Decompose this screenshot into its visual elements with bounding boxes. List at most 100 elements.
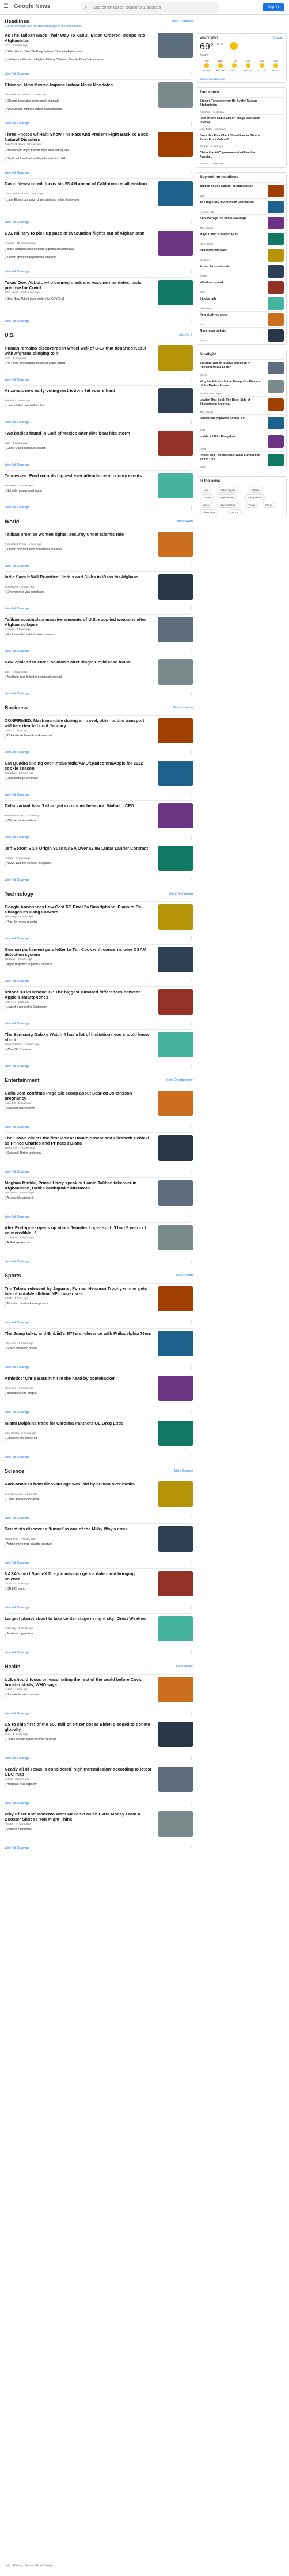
side-story-title[interactable]: Stocks rally	[200, 297, 263, 301]
full-coverage-link[interactable]: View Full Coverage	[5, 320, 29, 323]
story-title[interactable]: Alex Rodriguez opens up about Jennifer L…	[5, 1225, 151, 1235]
story-title[interactable]: Miami Dolphins trade for Carolina Panthe…	[5, 1421, 151, 1426]
more-link[interactable]: More World	[177, 520, 193, 523]
story-title[interactable]: U.S. should focus on vaccinating the res…	[5, 1677, 151, 1687]
forecast-day[interactable]: Sun 86° 70°	[269, 59, 283, 76]
section-title[interactable]: World	[5, 519, 19, 524]
section-title[interactable]: Health	[5, 1664, 21, 1669]
story-thumbnail[interactable]	[158, 532, 193, 557]
full-coverage-link[interactable]: View Full Coverage	[5, 1260, 29, 1264]
full-coverage-link[interactable]: View Full Coverage	[5, 1712, 29, 1715]
related-story[interactable]: Astronomers map galactic structure	[5, 1542, 151, 1546]
side-story-title[interactable]: Heatwave hits West	[200, 249, 263, 253]
related-story[interactable]: Taliban spokesman promises amnesty	[5, 256, 151, 260]
topic-chip[interactable]: New Zealand	[217, 502, 238, 508]
share-icon[interactable]: ⋮	[190, 270, 193, 274]
related-story[interactable]: Auckland case linked to community spread	[5, 675, 151, 679]
related-story[interactable]: Pixel 5a review roundup	[5, 920, 151, 924]
share-icon[interactable]: ⋮	[190, 1756, 193, 1760]
side-story[interactable]: Wildfires spread NBC	[200, 279, 284, 295]
side-story[interactable]: Heatwave hits West Weather	[200, 247, 284, 263]
story-title[interactable]: US to ship first of the 500 million Pfiz…	[5, 1722, 151, 1732]
story-title[interactable]: Taliban promise women rights, security u…	[5, 532, 151, 537]
topic-chip[interactable]: Kabul Airport	[217, 487, 238, 493]
share-icon[interactable]: ⋮	[190, 1846, 193, 1850]
story-thumbnail[interactable]	[158, 574, 193, 600]
section-title[interactable]: Science	[5, 1468, 24, 1474]
story-thumbnail[interactable]	[158, 1571, 193, 1596]
story-title[interactable]: Delta variant hasn't changed consumer be…	[5, 803, 151, 808]
related-story[interactable]: Gov. Greg Abbott tests positive for COVI…	[5, 297, 151, 301]
related-story[interactable]: Sixers offseason review	[5, 1347, 151, 1351]
story-title[interactable]: As The Taliban Made Their Way To Kabul, …	[5, 33, 151, 43]
related-story[interactable]: Bassitt taken to hospital	[5, 1392, 151, 1396]
related-story[interactable]: Tebow's comeback attempt ends	[5, 1302, 151, 1306]
side-story-thumbnail[interactable]	[268, 435, 284, 448]
side-story[interactable]: Claim that ANY government will lead to R…	[200, 149, 284, 166]
story-title[interactable]: Why Pfizer and Moderna Want Make So Much…	[5, 1811, 151, 1822]
side-story-thumbnail[interactable]	[268, 281, 284, 294]
side-story[interactable]: Inside a 1920s Bungalow Dwell	[200, 433, 284, 451]
related-story[interactable]: SNL star shares news	[5, 1107, 151, 1111]
full-coverage-link[interactable]: View Full Coverage	[5, 1561, 29, 1565]
share-icon[interactable]: ⋮	[190, 463, 193, 467]
story-thumbnail[interactable]	[158, 1421, 193, 1446]
story-title[interactable]: CONFIRMED: Mask mandate during air trave…	[5, 718, 151, 728]
side-story-title[interactable]: Wildfires spread	[200, 281, 263, 285]
story-title[interactable]: German parliament gets letter to Tim Coo…	[5, 947, 151, 957]
share-icon[interactable]: ⋮	[190, 420, 193, 424]
side-story-title[interactable]: Biden's Tokyopreneur Hit By the Taliban …	[200, 99, 263, 107]
full-coverage-link[interactable]: View Full Coverage	[5, 1065, 29, 1068]
share-icon[interactable]: ⋮	[190, 649, 193, 653]
side-story[interactable]: Mars rover update NASA	[200, 327, 284, 343]
side-story-title[interactable]: Mars rover update	[200, 329, 263, 333]
share-icon[interactable]: ⋮	[190, 564, 193, 568]
related-story[interactable]: New Mexico imposes indoor mask mandate	[5, 108, 151, 112]
forecast-day[interactable]: Tue 88° 69°	[200, 59, 214, 76]
related-story[interactable]: Apple responds to privacy concerns	[5, 963, 151, 967]
full-coverage-link[interactable]: View Full Coverage	[5, 1321, 29, 1325]
story-title[interactable]: Tim Tebow released by Jaguars; Former He…	[5, 1286, 151, 1296]
google-news-logo[interactable]: Google News	[14, 3, 50, 10]
share-icon[interactable]: ⋮	[190, 1215, 193, 1219]
topic-chip[interactable]: Afghanistan	[217, 494, 237, 500]
related-story[interactable]: Lawsuit filed over ballot rules	[5, 404, 151, 408]
side-story-title[interactable]: Does this Pisa Chart Show Heavier Shuttl…	[200, 134, 263, 141]
share-icon[interactable]: ⋮	[190, 505, 193, 509]
share-icon[interactable]: ⋮	[190, 1606, 193, 1610]
share-icon[interactable]: ⋮	[190, 1170, 193, 1174]
share-icon[interactable]: ⋮	[190, 1650, 193, 1654]
forecast-day[interactable]: Fri 86° 72°	[241, 59, 255, 76]
side-story-thumbnail[interactable]	[268, 201, 284, 213]
share-icon[interactable]: ⋮	[190, 750, 193, 754]
story-title[interactable]: Taliban accumulate massive amounts of U.…	[5, 617, 151, 627]
related-story[interactable]: TSA extends federal mask mandate	[5, 734, 151, 738]
share-icon[interactable]: ⋮	[190, 1455, 193, 1459]
related-story[interactable]: Walmart raises outlook	[5, 819, 151, 823]
story-title[interactable]: David Newsom will focus his $5.4M ahead …	[5, 181, 151, 186]
story-thumbnail[interactable]	[158, 718, 193, 743]
share-icon[interactable]: ⋮	[190, 378, 193, 382]
share-icon[interactable]: ⋮	[190, 1320, 193, 1325]
section-title[interactable]: Technology	[5, 891, 33, 897]
story-title[interactable]: Nearly all of Texas is considered 'high …	[5, 1767, 151, 1777]
story-thumbnail[interactable]	[158, 947, 193, 972]
topic-chip[interactable]: Haiti	[200, 487, 211, 493]
related-story[interactable]: Archewell statement	[5, 1196, 151, 1200]
share-icon[interactable]: ⋮	[190, 72, 193, 76]
story-title[interactable]: The Samsung Galaxy Watch 4 has a lot of …	[5, 1032, 151, 1042]
side-story[interactable]: Fridge and Foundations: What Surfaced in…	[200, 451, 284, 470]
full-coverage-link[interactable]: View Full Coverage	[5, 378, 29, 382]
full-coverage-link[interactable]: View Full Coverage	[5, 421, 29, 424]
more-link[interactable]: More Business	[173, 706, 193, 709]
side-story-title[interactable]: Taliban Seizes Control of Afghanistan	[200, 185, 263, 189]
section-title[interactable]: Sports	[5, 1273, 21, 1279]
full-coverage-link[interactable]: View Full Coverage	[5, 1411, 29, 1414]
story-thumbnail[interactable]	[158, 1032, 193, 1057]
story-thumbnail[interactable]	[158, 1376, 193, 1401]
topic-chip[interactable]: Biden	[200, 502, 212, 508]
share-icon[interactable]: ⋮	[190, 936, 193, 940]
weather-more-link[interactable]: More on weather.com	[200, 78, 225, 80]
story-thumbnail[interactable]	[158, 388, 193, 413]
side-story-thumbnail[interactable]	[268, 329, 284, 342]
